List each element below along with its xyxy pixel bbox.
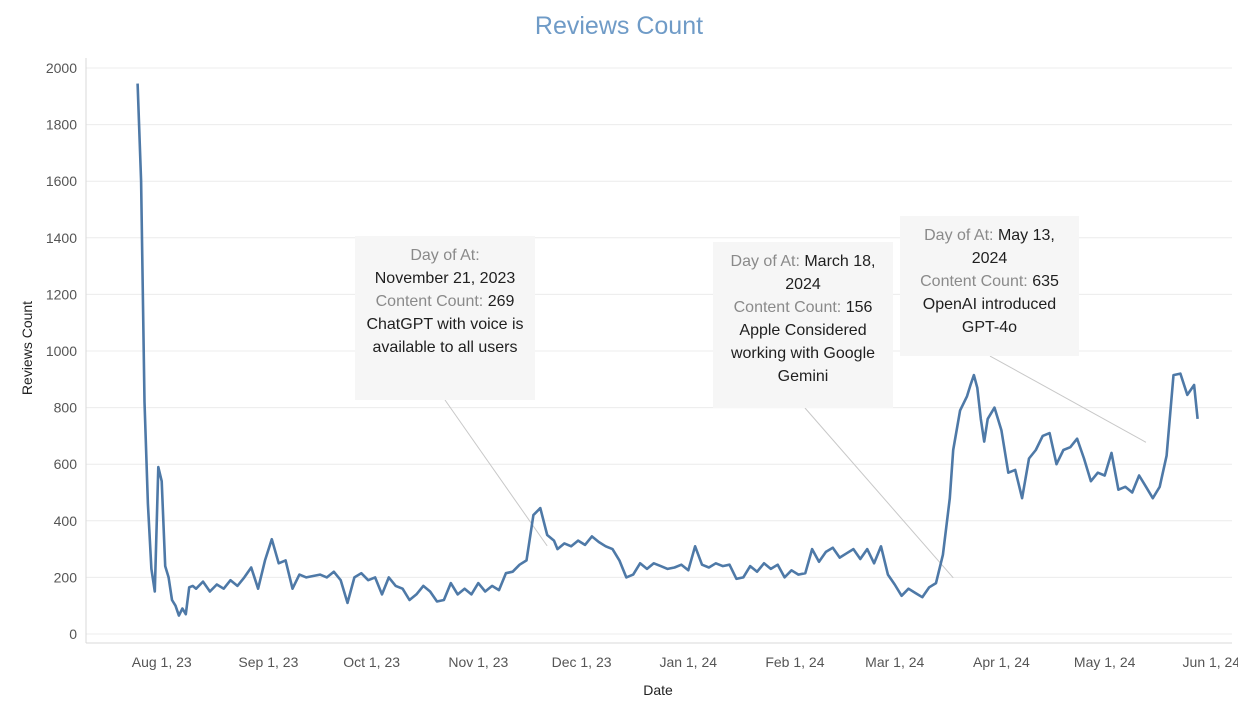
y-tick-label: 1800 [46, 117, 77, 133]
annotation-count: 635 [1032, 273, 1059, 290]
annotation-text: OpenAI introduced GPT-4o [922, 296, 1057, 336]
y-tick-label: 1000 [46, 343, 77, 359]
y-tick-label: 800 [54, 400, 78, 416]
y-tick-label: 600 [54, 456, 78, 472]
x-tick-label: Dec 1, 23 [552, 654, 612, 670]
annotation-count: 156 [845, 299, 873, 316]
y-tick-label: 400 [54, 513, 78, 529]
annotation-date: November 21, 2023 [374, 270, 516, 287]
x-axis-title: Date [643, 682, 673, 698]
x-tick-label: Jan 1, 24 [659, 654, 717, 670]
y-tick-label: 2000 [46, 60, 77, 76]
x-tick-label: Feb 1, 24 [765, 654, 824, 670]
annotation-count: 269 [487, 293, 515, 310]
annotation-day-label: Day of At: [730, 253, 800, 270]
x-tick-label: Oct 1, 23 [343, 654, 400, 670]
x-tick-label: Mar 1, 24 [865, 654, 924, 670]
annotation-gpt4o: Day of At: May 13, 2024 Content Count: 6… [900, 216, 1079, 356]
annotation-text: ChatGPT with voice is available to all u… [366, 316, 524, 356]
annotation-chatgpt-voice: Day of At: November 21, 2023 Content Cou… [355, 236, 535, 400]
x-axis: Aug 1, 23 Sep 1, 23 Oct 1, 23 Nov 1, 23 Dec … [132, 654, 1238, 670]
y-axis-title: Reviews Count [19, 301, 35, 395]
x-tick-label: Nov 1, 23 [448, 654, 508, 670]
annotation-apple-gemini: Day of At: March 18, 2024 Content Count:… [713, 242, 893, 408]
x-tick-label: Apr 1, 24 [973, 654, 1030, 670]
x-tick-label: Jun 1, 24 [1183, 654, 1238, 670]
x-tick-label: May 1, 24 [1074, 654, 1136, 670]
annotation-day-label: Day of At: [924, 227, 994, 244]
annotation-text: Apple Considered working with Google Gem… [730, 322, 876, 385]
y-tick-label: 0 [69, 626, 77, 642]
y-tick-label: 1200 [46, 286, 77, 302]
annotation-leader-line [989, 355, 1147, 443]
annotation-count-label: Content Count: [375, 293, 484, 310]
x-tick-label: Aug 1, 23 [132, 654, 192, 670]
y-tick-label: 1600 [46, 173, 77, 189]
y-tick-label: 200 [54, 569, 78, 585]
line-chart: 0 200 400 600 800 1000 1200 1400 1600 1800 2000 Au… [19, 58, 1238, 698]
y-axis: 0 200 400 600 800 1000 1200 1400 1600 1800 2000 [46, 60, 77, 642]
annotation-count-label: Content Count: [920, 273, 1028, 290]
annotation-count-label: Content Count: [733, 299, 842, 316]
annotation-day-label: Day of At: [410, 247, 480, 264]
y-tick-label: 1400 [46, 230, 77, 246]
x-tick-label: Sep 1, 23 [238, 654, 298, 670]
